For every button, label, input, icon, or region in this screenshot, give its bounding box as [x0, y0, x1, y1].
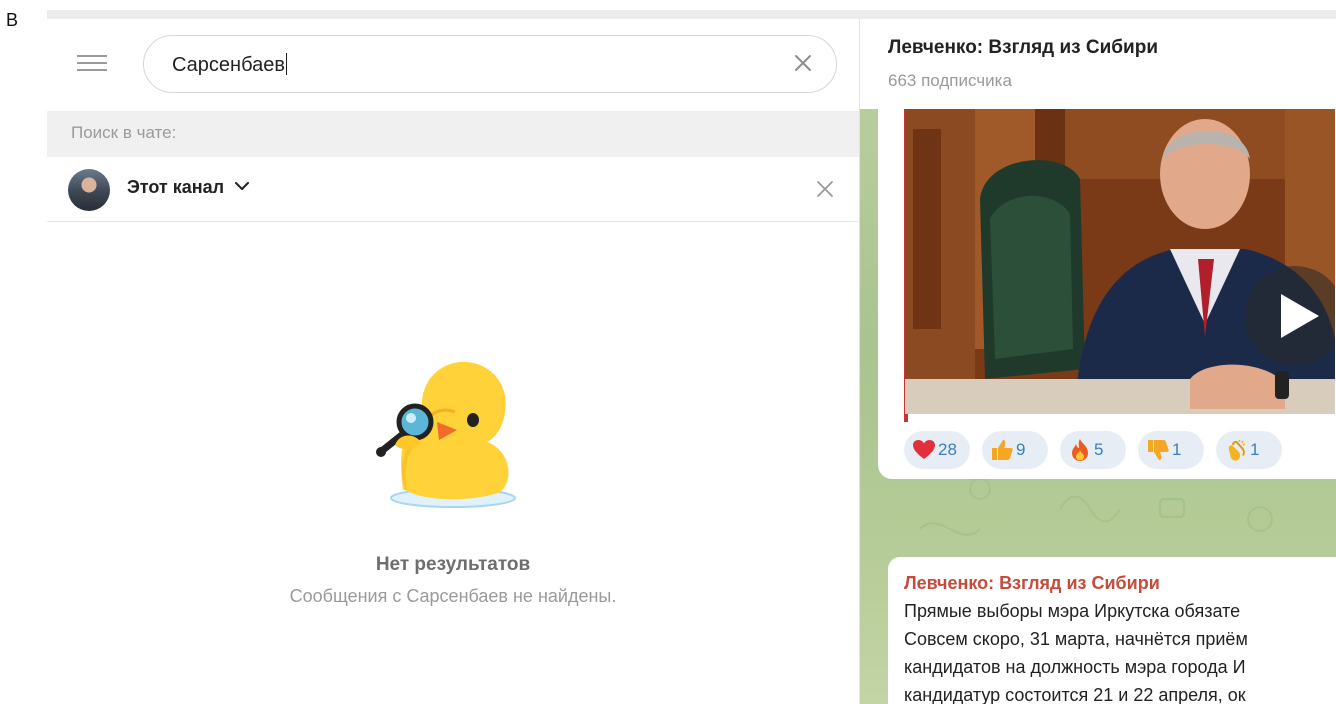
- search-query: Сарсенбаев: [172, 54, 285, 76]
- duck-with-magnifier-sticker: [376, 361, 516, 508]
- subscriber-count: 663 подписчика: [888, 71, 1012, 90]
- heart-icon: [913, 440, 935, 459]
- message-text-line: Прямые выборы мэра Иркутска обязате: [904, 601, 1241, 621]
- play-icon: [1281, 294, 1319, 338]
- reaction-count: 1: [1172, 440, 1182, 459]
- reaction-thumbs-up[interactable]: 9: [982, 431, 1048, 469]
- no-results-message: Сообщения с Сарсенбаев не найдены.: [289, 586, 617, 606]
- reaction-fire[interactable]: 5: [1060, 431, 1126, 469]
- message-text-line: кандидатов на должность мэра города И: [904, 657, 1246, 677]
- search-in-chat-header: Поиск в чате:: [47, 111, 859, 157]
- close-icon: [795, 55, 811, 71]
- message-author[interactable]: Левченко: Взгляд из Сибири: [904, 573, 1160, 594]
- channel-title: Левченко: Взгляд из Сибири: [888, 37, 1159, 58]
- corner-letter: В: [6, 10, 19, 30]
- reaction-count: 9: [1016, 440, 1026, 459]
- search-scope-row[interactable]: Этот канал: [47, 157, 859, 222]
- play-button[interactable]: [1245, 266, 1335, 366]
- text-cursor: [285, 53, 287, 75]
- search-panel: Сарсенбаев Поиск в чате: Этот канал Нет …: [47, 19, 859, 704]
- thumbs-down-icon: [1148, 440, 1169, 460]
- reaction-count: 28: [938, 440, 957, 459]
- window-top-strip: [47, 10, 1336, 19]
- message-text-line: Совсем скоро, 31 марта, начнётся приём: [904, 629, 1248, 649]
- menu-button[interactable]: [77, 52, 107, 74]
- video-thumbnail[interactable]: [905, 109, 1335, 414]
- reaction-clap[interactable]: 1: [1216, 431, 1282, 469]
- message-text-line: кандидатур состоится 21 и 22 апреля, ок: [904, 685, 1246, 704]
- chevron-down-icon: [235, 182, 250, 190]
- fire-icon: [1072, 439, 1088, 461]
- text-message: Левченко: Взгляд из Сибири Прямые выборы…: [888, 557, 1336, 704]
- thumbs-up-icon: [992, 440, 1013, 460]
- reaction-count: 5: [1094, 440, 1104, 459]
- remove-scope-button[interactable]: [815, 179, 835, 199]
- search-scope-label: Этот канал: [127, 177, 225, 197]
- search-input[interactable]: Сарсенбаев: [143, 35, 837, 93]
- chat-header[interactable]: Левченко: Взгляд из Сибири 663 подписчик…: [860, 19, 1336, 109]
- search-scope-selector[interactable]: Этот канал: [127, 177, 250, 198]
- reaction-count: 1: [1250, 440, 1260, 459]
- search-in-chat-label: Поиск в чате:: [71, 123, 177, 142]
- channel-avatar: [68, 169, 110, 211]
- chat-panel: Левченко: Взгляд из Сибири 663 подписчик…: [860, 19, 1336, 704]
- reaction-heart[interactable]: 28: [904, 431, 970, 469]
- reaction-thumbs-down[interactable]: 1: [1138, 431, 1204, 469]
- clear-search-button[interactable]: [790, 50, 816, 76]
- clapping-hands-icon: [1228, 439, 1246, 461]
- hamburger-icon: [77, 55, 107, 57]
- close-icon: [817, 181, 833, 197]
- video-frame-image: [905, 109, 1335, 414]
- no-results-title: Нет результатов: [375, 554, 531, 575]
